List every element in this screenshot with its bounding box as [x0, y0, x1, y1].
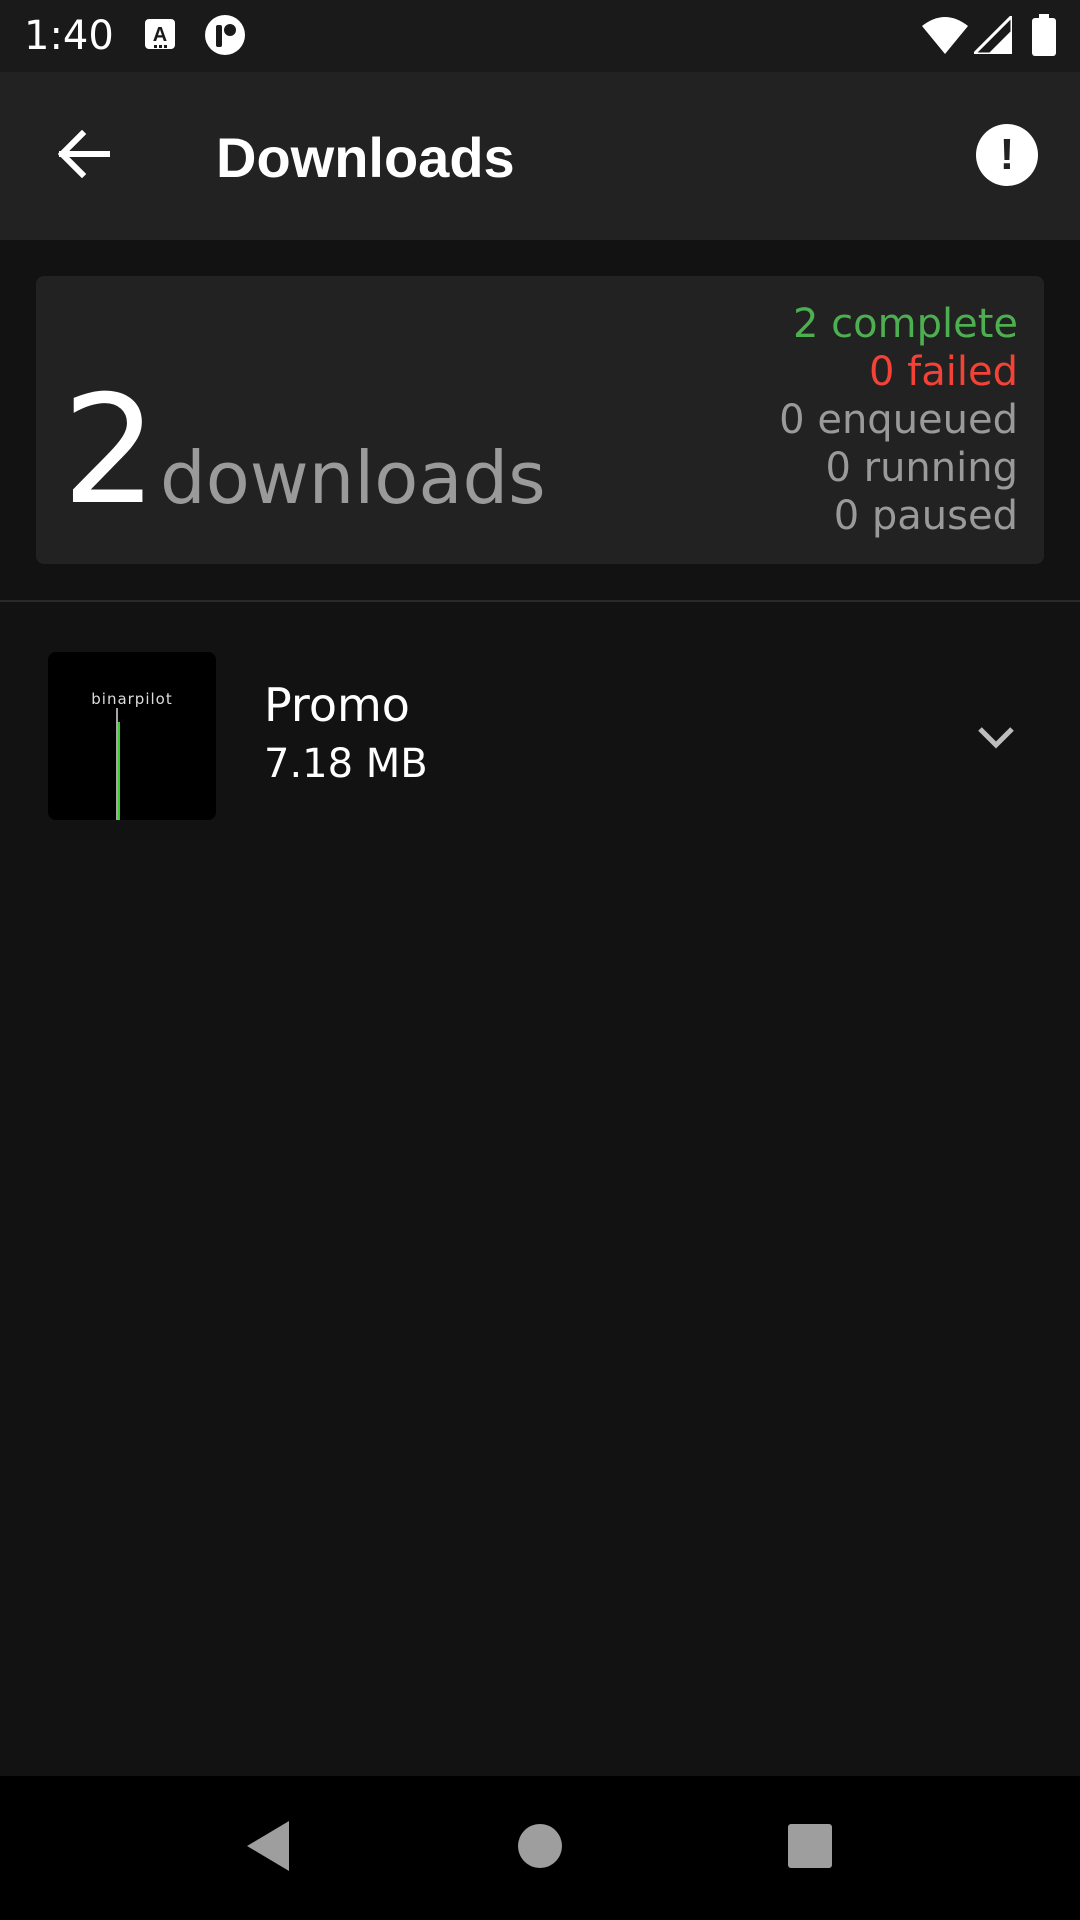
battery-icon — [1032, 14, 1056, 61]
download-stats: 2 complete 0 failed 0 enqueued 0 running… — [779, 300, 1018, 540]
circle-r-icon — [204, 14, 246, 61]
stat-enqueued: 0 enqueued — [779, 397, 1018, 443]
download-size: 7.18 MB — [264, 741, 428, 787]
svg-text:A: A — [153, 24, 167, 46]
download-list-item[interactable]: binarpilot Promo 7.18 MB — [0, 630, 1080, 840]
downloads-count: 2 — [62, 364, 158, 538]
page-title: Downloads — [216, 126, 515, 189]
nav-home-button[interactable] — [508, 1816, 572, 1880]
nav-home-icon — [516, 1822, 564, 1875]
status-bar: 1:40 A — [0, 0, 1080, 72]
error-info-button[interactable]: ! — [976, 124, 1038, 186]
nav-recents-button[interactable] — [778, 1816, 842, 1880]
wifi-icon — [922, 16, 968, 59]
nav-back-icon — [243, 1819, 293, 1878]
nav-back-button[interactable] — [236, 1816, 300, 1880]
stat-paused: 0 paused — [833, 493, 1018, 539]
nav-recents-icon — [786, 1822, 834, 1875]
album-thumbnail: binarpilot — [48, 652, 216, 820]
app-bar: Downloads ! — [0, 72, 1080, 240]
chevron-down-icon — [976, 725, 1016, 756]
expand-button[interactable] — [966, 710, 1026, 770]
alert-info-icon: ! — [999, 130, 1015, 179]
downloads-screen: 1:40 A Downloads ! 2 downloads 2 complet… — [0, 0, 1080, 1920]
download-title: Promo — [264, 678, 410, 732]
binarpilot-cover-art: binarpilot — [48, 652, 216, 820]
stat-failed: 0 failed — [869, 349, 1018, 395]
back-button[interactable] — [50, 122, 118, 190]
downloads-summary-card: 2 downloads 2 complete 0 failed 0 enqueu… — [36, 276, 1044, 564]
svg-text:binarpilot: binarpilot — [91, 690, 172, 708]
system-nav-bar — [0, 1776, 1080, 1920]
stat-complete: 2 complete — [793, 301, 1018, 347]
downloads-count-label: downloads — [160, 436, 546, 520]
signal-icon — [970, 12, 1014, 59]
arrow-left-icon — [57, 129, 111, 183]
keyboard-a-icon: A — [144, 18, 176, 57]
stat-running: 0 running — [825, 445, 1018, 491]
divider — [0, 600, 1080, 602]
status-time: 1:40 — [24, 13, 114, 59]
